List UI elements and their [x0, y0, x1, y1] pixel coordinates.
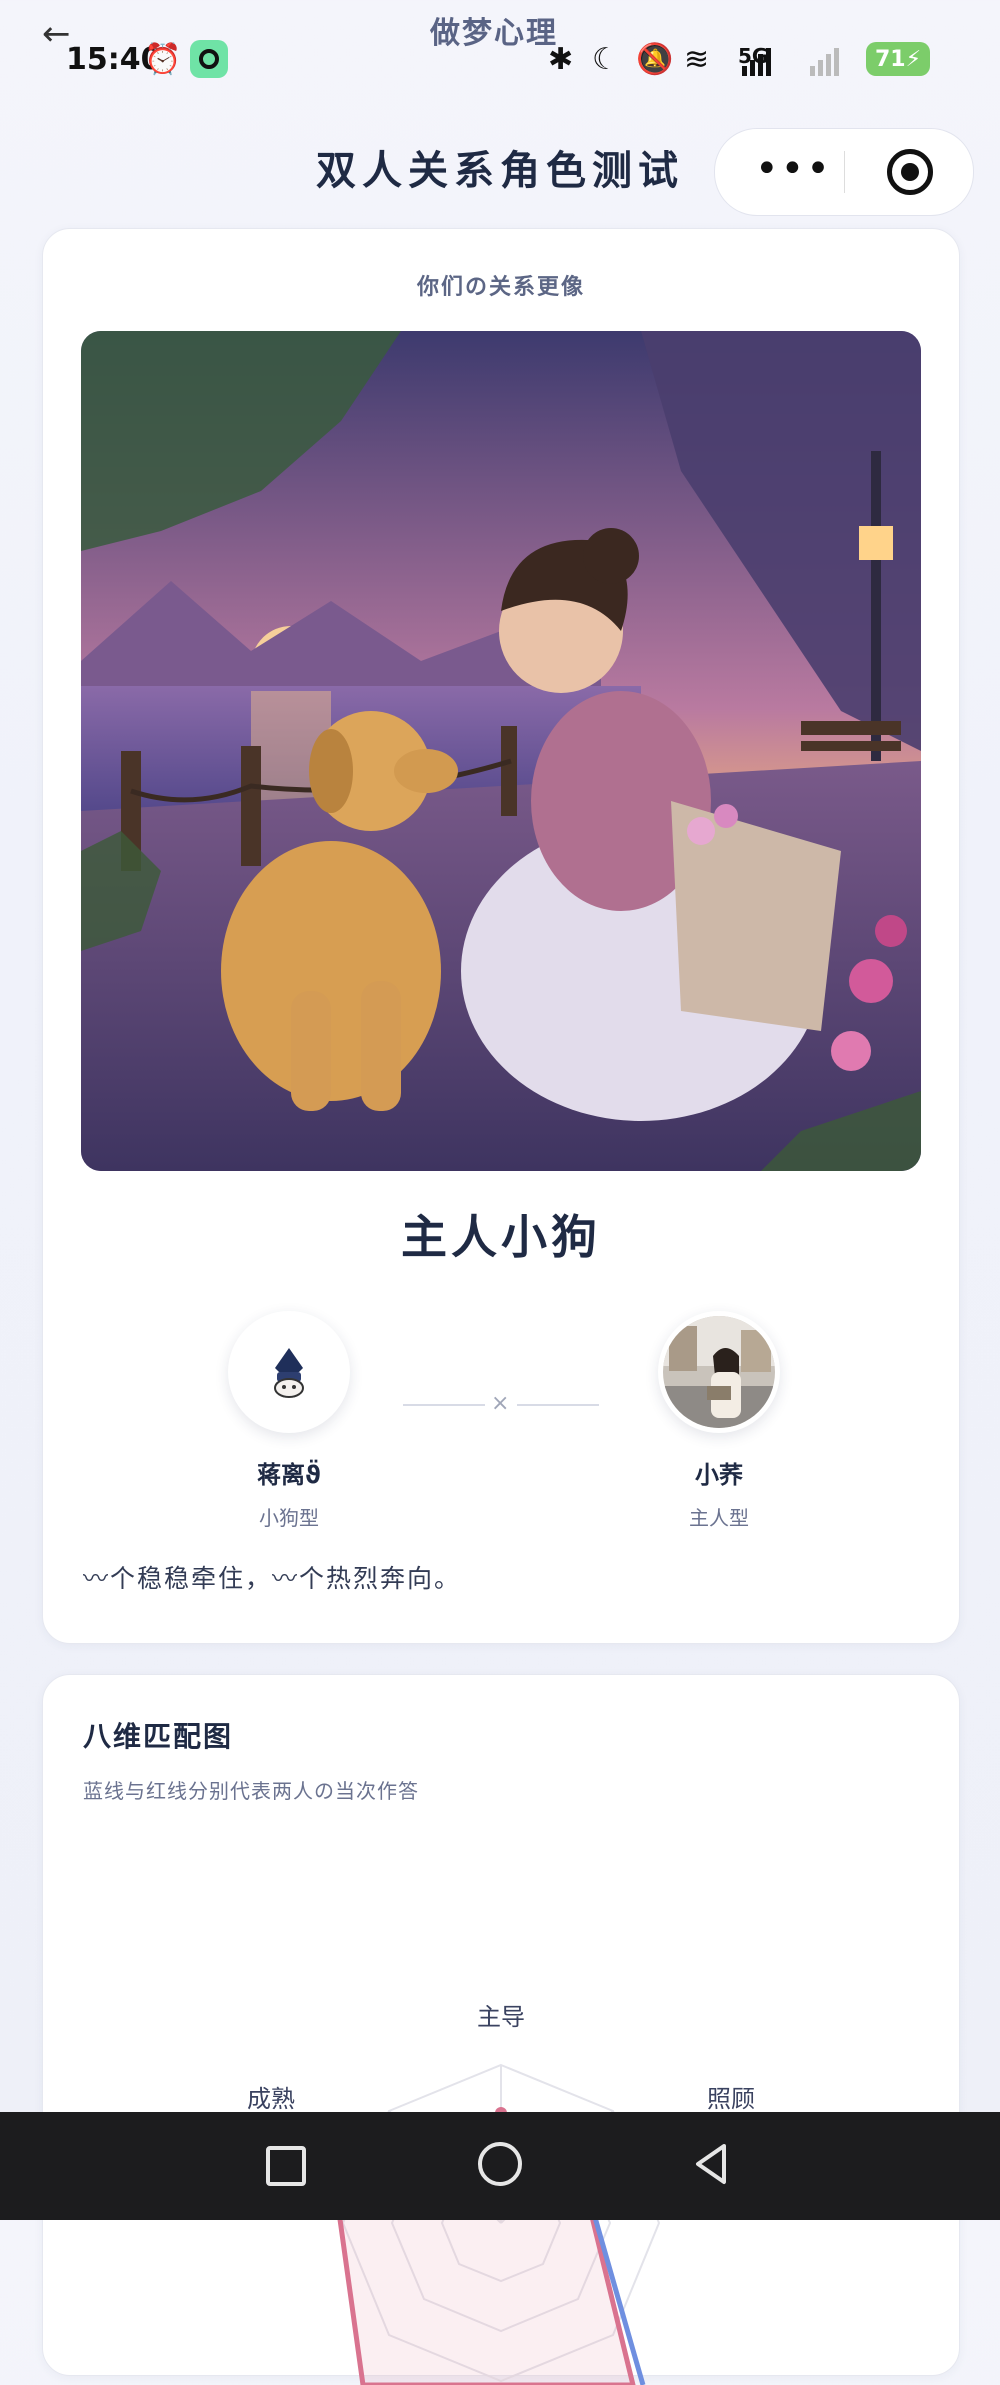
signal-strength-2-icon: [810, 44, 839, 76]
wifi-icon: ≋: [684, 42, 710, 77]
capsule-divider: [844, 151, 845, 193]
person-b-avatar[interactable]: [658, 1311, 780, 1433]
battery-indicator: 71 ⚡: [866, 42, 930, 76]
person-b-name: 小荞: [695, 1461, 743, 1489]
radar-label-mature: 成熟: [247, 2085, 295, 2113]
result-quote: 〰个稳稳牵住，〰个热烈奔向。: [83, 1564, 462, 1593]
radar-card-subtitle: 蓝线与红线分别代表两人の当次作答: [83, 1779, 419, 1803]
system-navigation-bar: [0, 2112, 1000, 2220]
person-a[interactable]: 蒋离ϑ̈ 小狗型: [169, 1311, 409, 1531]
radar-chart: 主导 照顾 成熟: [247, 2003, 755, 2385]
radar-label-care: 照顾: [707, 2085, 755, 2113]
result-subtitle: 你们の关系更像: [416, 275, 585, 300]
home-icon[interactable]: [478, 2142, 522, 2186]
status-bar: ← 做梦心理 15:40 ⏰ ✱ ☾ 🔕 ≋ 5G 71 ⚡: [0, 0, 1000, 92]
more-icon[interactable]: •••: [755, 149, 832, 189]
result-title: 主人小狗: [401, 1210, 601, 1264]
result-illustration: [81, 331, 921, 1171]
back-triangle-icon[interactable]: [690, 2142, 734, 2186]
bluetooth-icon: ✱: [548, 42, 574, 77]
alarm-icon: ⏰: [144, 42, 182, 77]
app-notification-icon: [190, 40, 228, 78]
person-b[interactable]: 小荞 主人型: [599, 1311, 839, 1531]
radar-card: 八维匹配图 蓝线与红线分别代表两人の当次作答 主导 照顾 成熟: [42, 1674, 960, 2385]
battery-level: 71: [874, 46, 906, 72]
pair-connector-symbol: ×: [491, 1391, 510, 1416]
person-b-type: 主人型: [689, 1506, 749, 1530]
pair-connector: ×: [403, 1391, 599, 1416]
moon-icon: ☾: [592, 42, 619, 77]
close-target-icon[interactable]: [887, 149, 933, 195]
app-name: 做梦心理: [430, 16, 558, 51]
person-a-avatar[interactable]: [228, 1311, 350, 1433]
recent-apps-icon[interactable]: [266, 2146, 306, 2186]
miniprogram-capsule: •••: [714, 128, 974, 216]
result-card: 你们の关系更像 主人小狗 蒋离ϑ̈ 小狗型 × 小荞 主人型 〰个稳稳牵住，〰个…: [42, 228, 960, 1644]
signal-strength-icon: [742, 44, 771, 76]
radar-label-dominant: 主导: [477, 2003, 525, 2031]
radar-card-title: 八维匹配图: [83, 1720, 234, 1753]
person-a-type: 小狗型: [259, 1506, 319, 1530]
bell-muted-icon: 🔕: [636, 42, 674, 77]
person-a-name: 蒋离ϑ̈: [257, 1461, 321, 1489]
